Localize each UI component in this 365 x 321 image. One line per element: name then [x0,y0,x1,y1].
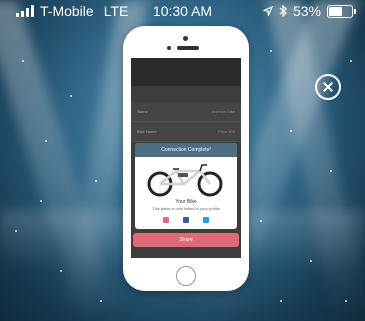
bike-image [147,164,223,197]
battery-fill [329,6,342,16]
sparkle [345,300,347,302]
app-row: Name Aventon Bike [131,102,241,122]
modal-title: Your Bike [175,199,197,205]
app-row-label: Name [137,109,148,114]
phone-speaker [177,46,199,50]
battery-icon [327,4,356,18]
bluetooth-icon [279,5,287,17]
twitter-icon[interactable] [203,217,209,223]
sparkle [310,260,312,262]
sparkle [15,230,17,232]
battery-percent: 53% [292,3,321,19]
sparkle [60,270,62,272]
facebook-icon[interactable] [183,217,189,223]
modal-message: This ebike is now linked to your profile [152,206,220,211]
sparkle [270,50,272,52]
app-header [131,58,241,86]
sparkle [280,300,282,302]
sparkle [330,170,332,172]
sparkle [350,60,352,62]
sparkle [45,140,47,142]
modal-header: Connection Complete! [135,143,237,157]
app-row: Bike Name Pace 500 [131,122,241,142]
app-row-label: Bike Name [137,129,157,134]
close-icon[interactable] [315,74,341,100]
share-button[interactable]: Share [133,233,239,247]
phone-screen: Name Aventon Bike Bike Name Pace 500 Con… [131,58,241,258]
sparkle [100,300,102,302]
phone-mockup: Name Aventon Bike Bike Name Pace 500 Con… [123,26,249,291]
sparkle [95,180,97,182]
social-share-row [135,217,237,223]
home-button[interactable] [176,266,196,286]
phone-camera [183,36,188,41]
phone-sensor [167,46,171,50]
sparkle [70,95,72,97]
sparkle [290,130,292,132]
app-subheader [131,86,241,102]
location-arrow-icon [262,6,273,16]
sparkle [40,200,42,202]
sparkle [22,60,24,62]
email-icon[interactable] [163,217,169,223]
app-row-value: Aventon Bike [211,109,236,114]
app-row-value: Pace 500 [218,129,235,134]
status-bar: T-Mobile LTE 10:30 AM 53% [0,0,365,22]
sparkle [260,220,262,222]
connection-modal: Connection Complete! Your Bike This ebik… [135,143,237,229]
status-bar-right: 53% [262,3,356,19]
